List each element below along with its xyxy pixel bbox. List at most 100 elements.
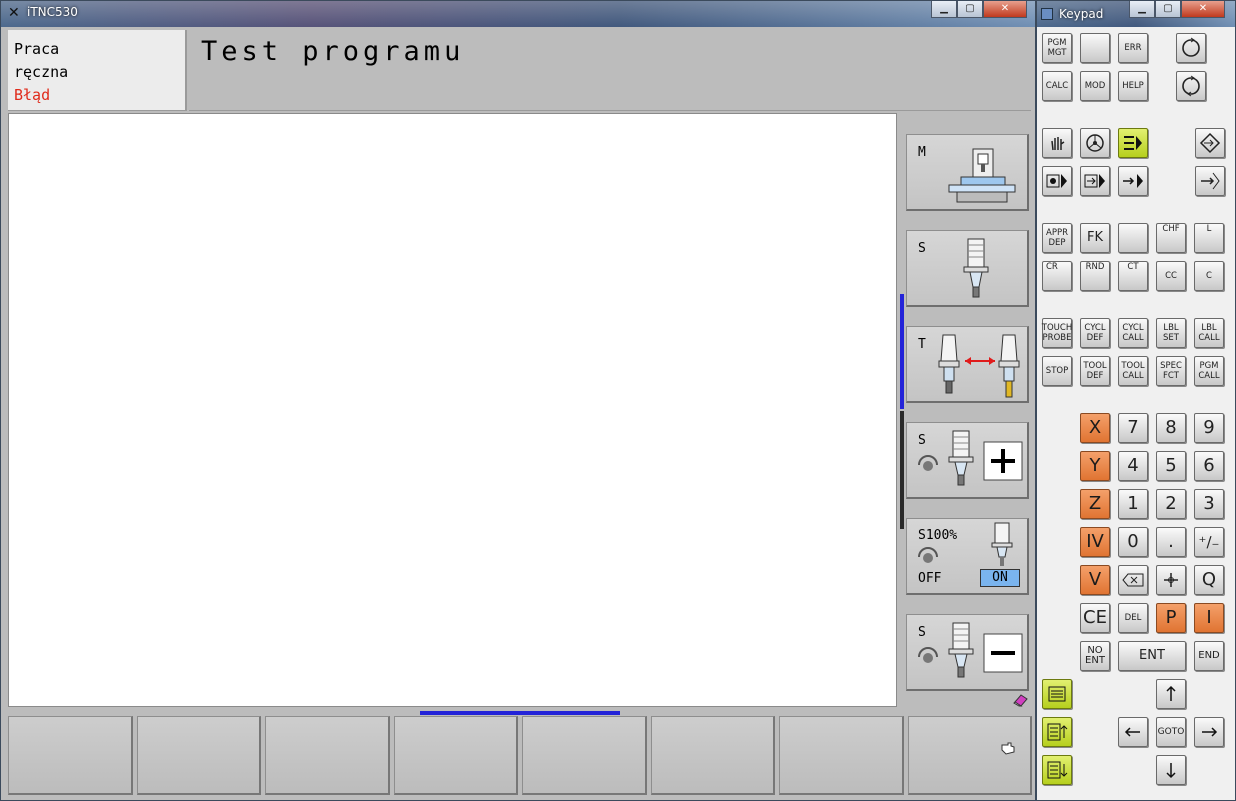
key-screen-layout[interactable] (1176, 33, 1206, 63)
key-help[interactable]: HELP (1118, 71, 1148, 101)
key-blank-2[interactable] (1118, 223, 1148, 253)
key-pgm-call[interactable]: PGM CALL (1194, 356, 1224, 386)
softkey-6[interactable] (650, 716, 775, 795)
tool-change-softkey-t[interactable]: T (906, 326, 1029, 403)
key-p[interactable]: P (1156, 603, 1186, 633)
key-i[interactable]: I (1194, 603, 1224, 633)
key-program-run-single[interactable] (1042, 166, 1072, 196)
minimize-button[interactable]: ▁ (931, 1, 957, 18)
key-chf[interactable]: CHF (1156, 223, 1186, 253)
key-axis-x[interactable]: X (1080, 413, 1110, 443)
maximize-button[interactable]: ▢ (957, 1, 983, 18)
softkey-4[interactable] (393, 716, 518, 795)
key-arrow-up[interactable] (1156, 679, 1186, 709)
key-4[interactable]: 4 (1118, 451, 1148, 481)
softkey-5[interactable] (522, 716, 647, 795)
key-arrow-right[interactable] (1194, 717, 1224, 747)
key-manual-mode[interactable] (1042, 128, 1072, 158)
key-cycl-def[interactable]: CYCL DEF (1080, 318, 1110, 348)
keypad-close-button[interactable]: ✕ (1181, 1, 1225, 18)
work-area (8, 113, 897, 707)
key-positioning-mdi[interactable] (1118, 128, 1148, 158)
key-stop[interactable]: STOP (1042, 356, 1072, 386)
key-actual-position[interactable] (1156, 565, 1186, 595)
key-tool-call[interactable]: TOOL CALL (1118, 356, 1148, 386)
key-3[interactable]: 3 (1194, 489, 1224, 519)
key-0[interactable]: 0 (1118, 527, 1148, 557)
key-c[interactable]: C (1194, 261, 1224, 291)
spindle-plus-softkey[interactable]: S (906, 422, 1029, 499)
key-program-run-full[interactable] (1080, 166, 1110, 196)
key-q[interactable]: Q (1194, 565, 1224, 595)
key-err[interactable]: ERR (1118, 33, 1148, 63)
key-plus-minus[interactable]: ⁺∕₋ (1194, 527, 1224, 557)
key-goto[interactable]: GOTO (1156, 717, 1186, 747)
softkey-s-minus-label: S (918, 625, 926, 640)
spindle-rotation-icon (918, 647, 938, 663)
program-run-icon (1084, 174, 1105, 188)
key-9[interactable]: 9 (1194, 413, 1224, 443)
key-page-up[interactable] (1042, 717, 1072, 747)
key-axis-z[interactable]: Z (1080, 489, 1110, 519)
key-ce[interactable]: CE (1080, 603, 1110, 633)
key-page-list[interactable] (1042, 679, 1072, 709)
key-axis-y[interactable]: Y (1080, 451, 1110, 481)
softkey-3[interactable] (265, 716, 390, 795)
key-1[interactable]: 1 (1118, 489, 1148, 519)
key-no-ent[interactable]: NO ENT (1080, 641, 1110, 671)
softkey-2[interactable] (136, 716, 261, 795)
key-5[interactable]: 5 (1156, 451, 1186, 481)
keypad-minimize-button[interactable]: ▁ (1129, 1, 1155, 18)
key-arrow-left[interactable] (1118, 717, 1148, 747)
key-2[interactable]: 2 (1156, 489, 1186, 519)
key-mod[interactable]: MOD (1080, 71, 1110, 101)
key-test-run[interactable] (1118, 166, 1148, 196)
key-axis-v[interactable]: V (1080, 565, 1110, 595)
key-page-down[interactable] (1042, 755, 1072, 785)
key-7[interactable]: 7 (1118, 413, 1148, 443)
key-program-edit[interactable] (1195, 128, 1225, 158)
key-handwheel-mode[interactable] (1080, 128, 1110, 158)
key-lbl-call[interactable]: LBL CALL (1194, 318, 1224, 348)
steering-wheel-icon (1086, 134, 1104, 152)
spindle-softkey-s[interactable]: S (906, 230, 1029, 307)
key-ent[interactable]: ENT (1118, 641, 1186, 671)
softkey-1[interactable] (8, 716, 133, 795)
key-fk[interactable]: FK (1080, 223, 1110, 253)
key-cycl-call[interactable]: CYCL CALL (1118, 318, 1148, 348)
key-program-test[interactable] (1195, 166, 1225, 196)
key-lbl-set[interactable]: LBL SET (1156, 318, 1186, 348)
softkey-7[interactable] (779, 716, 904, 795)
key-arrow-down[interactable] (1156, 755, 1186, 785)
key-tool-def[interactable]: TOOL DEF (1080, 356, 1110, 386)
keypad-maximize-button[interactable]: ▢ (1155, 1, 1181, 18)
key-backspace[interactable] (1118, 565, 1148, 595)
key-l[interactable]: L (1194, 223, 1224, 253)
eraser-icon[interactable] (1013, 693, 1029, 707)
key-touch-probe[interactable]: TOUCH PROBE (1042, 318, 1072, 348)
key-decimal[interactable]: . (1156, 527, 1186, 557)
key-cc[interactable]: CC (1156, 261, 1186, 291)
key-calc[interactable]: CALC (1042, 71, 1072, 101)
key-appr-dep[interactable]: APPR DEP (1042, 223, 1072, 253)
key-del[interactable]: DEL (1118, 603, 1148, 633)
key-end[interactable]: END (1194, 641, 1224, 671)
key-switch-screen[interactable] (1176, 71, 1206, 101)
key-8[interactable]: 8 (1156, 413, 1186, 443)
key-6[interactable]: 6 (1194, 451, 1224, 481)
softkey-8[interactable] (907, 716, 1032, 795)
key-rnd[interactable]: RND (1080, 261, 1110, 291)
key-cr[interactable]: CR (1042, 261, 1072, 291)
key-ct[interactable]: CT (1118, 261, 1148, 291)
spindle-minus-softkey[interactable]: S (906, 614, 1029, 691)
machine-softkey-m[interactable]: M (906, 134, 1029, 211)
close-button[interactable]: ✕ (983, 1, 1027, 18)
keypad-titlebar[interactable]: Keypad ▁ ▢ ✕ (1037, 1, 1235, 27)
main-titlebar[interactable]: ✕ iTNC530 ▁ ▢ ✕ (1, 1, 1035, 27)
key-blank-1[interactable] (1080, 33, 1110, 63)
key-pgm-mgt[interactable]: PGM MGT (1042, 33, 1072, 63)
key-axis-iv[interactable]: IV (1080, 527, 1110, 557)
error-indicator[interactable]: Błąd (14, 84, 185, 107)
spindle-override-softkey[interactable]: S100% OFF ON (906, 518, 1029, 595)
key-spec-fct[interactable]: SPEC FCT (1156, 356, 1186, 386)
